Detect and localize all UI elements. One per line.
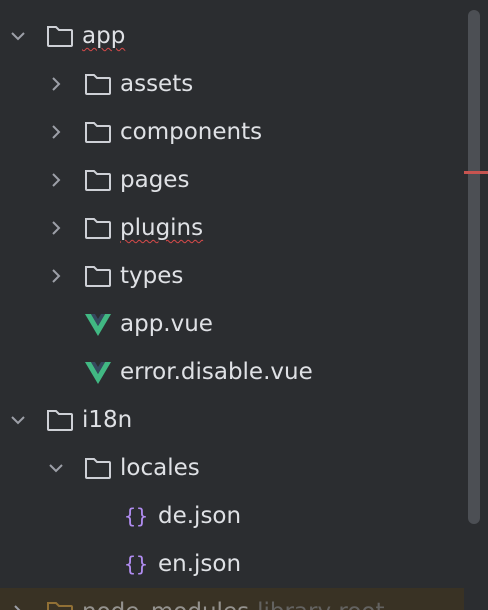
tree-row-app[interactable]: app [0,12,464,60]
library-root-hint: library root [257,599,384,610]
tree-row-i18n[interactable]: i18n [0,396,464,444]
tree-item-label: node_modules library root [82,598,385,610]
json-file-icon: {} [122,551,150,577]
tree-item-label: locales [120,455,200,481]
folder-icon [46,599,74,610]
folder-icon [84,455,112,481]
error-stripe-marker[interactable] [464,171,488,174]
tree-row-en-json[interactable]: {} en.json [0,540,464,588]
vue-file-icon [84,359,112,385]
tree-row-app-vue[interactable]: app.vue [0,300,464,348]
tree-item-label: plugins [120,215,204,241]
tree-item-name: node_modules [82,599,249,610]
tree-item-label: de.json [158,503,242,529]
chevron-right-icon[interactable] [46,74,66,94]
tree-row-error-disable-vue[interactable]: error.disable.vue [0,348,464,396]
svg-text:{}: {} [124,504,148,528]
chevron-down-icon[interactable] [8,26,28,46]
tree-item-label: app.vue [120,311,213,337]
chevron-down-icon[interactable] [46,458,66,478]
tree-row-components[interactable]: components [0,108,464,156]
chevron-right-icon[interactable] [46,170,66,190]
tree-row-locales[interactable]: locales [0,444,464,492]
folder-icon [46,23,74,49]
tree-row-partial-top[interactable] [0,0,464,12]
svg-text:{}: {} [124,552,148,576]
folder-icon [84,167,112,193]
chevron-down-icon[interactable] [8,410,28,430]
json-file-icon: {} [122,503,150,529]
chevron-right-icon[interactable] [46,122,66,142]
tree-row-assets[interactable]: assets [0,60,464,108]
vertical-scrollbar[interactable] [468,0,480,610]
tree-item-label: en.json [158,551,242,577]
chevron-right-icon[interactable] [46,218,66,238]
folder-icon [84,263,112,289]
tree-item-label: types [120,263,184,289]
chevron-right-icon[interactable] [46,266,66,286]
folder-icon [46,407,74,433]
folder-icon [84,119,112,145]
chevron-right-icon[interactable] [8,602,28,610]
tree-item-label: components [120,119,263,145]
project-file-tree: app assets components pages plugins type… [0,0,488,610]
folder-icon [84,215,112,241]
tree-row-de-json[interactable]: {} de.json [0,492,464,540]
tree-row-node-modules[interactable]: node_modules library root [0,588,464,610]
folder-icon [84,71,112,97]
tree-item-label: assets [120,71,194,97]
tree-item-label: app [82,23,126,49]
scrollbar-thumb[interactable] [468,10,480,524]
tree-item-label: pages [120,167,190,193]
tree-row-plugins[interactable]: plugins [0,204,464,252]
vue-file-icon [84,311,112,337]
tree-item-label: i18n [82,407,133,433]
tree-item-label: error.disable.vue [120,359,313,385]
tree-row-types[interactable]: types [0,252,464,300]
tree-row-pages[interactable]: pages [0,156,464,204]
